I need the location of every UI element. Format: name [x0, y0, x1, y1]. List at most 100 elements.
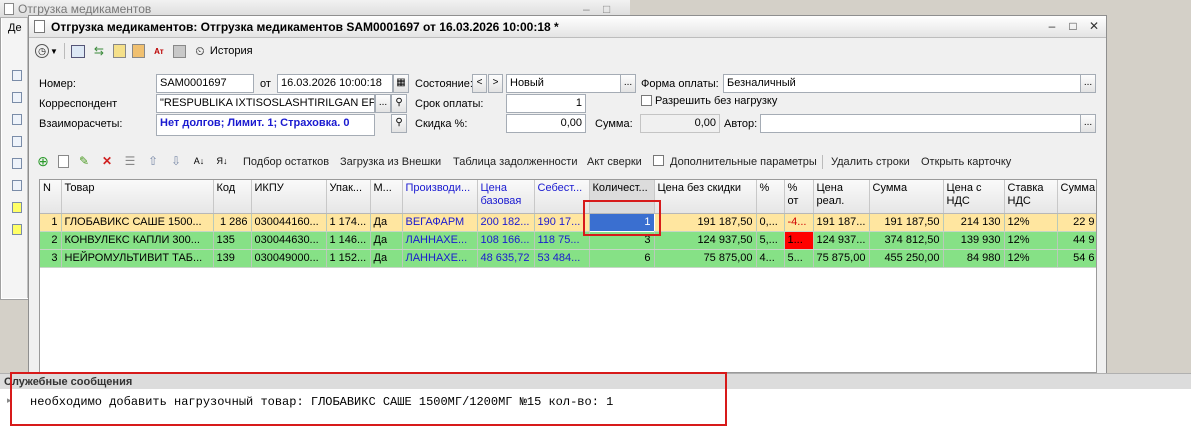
table-cell[interactable]: 1 146...: [326, 231, 371, 250]
table-cell[interactable]: 12%: [1004, 213, 1058, 232]
table-cell[interactable]: 191 187,50: [654, 213, 757, 232]
discount-field[interactable]: 0,00: [506, 114, 586, 133]
debit-credit-icon[interactable]: Ат: [151, 43, 167, 59]
table-cell[interactable]: Да: [370, 231, 403, 250]
list-icon[interactable]: [12, 180, 22, 191]
table-cell[interactable]: ЛАННАХЕ...: [402, 249, 478, 268]
table-cell[interactable]: 12%: [1004, 231, 1058, 250]
column-header[interactable]: Ставка НДС: [1004, 180, 1058, 214]
table-cell[interactable]: НЕЙРОМУЛЬТИВИТ ТАБ...: [61, 249, 214, 268]
table-cell[interactable]: 75 875,00: [813, 249, 870, 268]
add-icon[interactable]: ⊕: [35, 153, 51, 169]
correspondent-select-button[interactable]: ...: [375, 94, 391, 113]
list-icon[interactable]: [12, 114, 22, 125]
goods-table[interactable]: N Товар Код ИКПУ Упак... М... Производи.…: [39, 179, 1097, 373]
search-icon[interactable]: ⚲: [391, 114, 407, 133]
table-cell[interactable]: 2: [40, 231, 62, 250]
column-header[interactable]: Сумма: [869, 180, 944, 214]
delete-icon[interactable]: ✕: [99, 153, 115, 169]
state-select-button[interactable]: ...: [620, 74, 636, 93]
structure-icon[interactable]: [172, 44, 186, 58]
table-cell[interactable]: 44 9: [1057, 231, 1096, 250]
list-icon[interactable]: [12, 136, 22, 147]
pick-stock-button[interactable]: Подбор остатков: [243, 156, 329, 168]
print-icon[interactable]: [131, 44, 145, 58]
actions-menu-icon[interactable]: ◷: [35, 44, 49, 58]
table-cell[interactable]: 1 152...: [326, 249, 371, 268]
table-cell[interactable]: 214 130: [943, 213, 1005, 232]
column-header[interactable]: Цена реал.: [813, 180, 870, 214]
table-cell[interactable]: -4...: [784, 213, 814, 232]
table-row[interactable]: 2 КОНВУЛЕКС КАПЛИ 300... 135 030044630..…: [40, 231, 1096, 250]
payment-form-select-button[interactable]: ...: [1080, 74, 1096, 93]
column-header[interactable]: %: [756, 180, 785, 214]
column-header[interactable]: Сумма: [1057, 180, 1096, 214]
table-cell[interactable]: 75 875,00: [654, 249, 757, 268]
table-cell[interactable]: 5,...: [756, 231, 785, 250]
move-up-icon[interactable]: ⇧: [145, 153, 161, 169]
post-document-icon[interactable]: [70, 44, 85, 58]
table-cell[interactable]: 1...: [784, 231, 814, 250]
table-cell[interactable]: ЛАННАХЕ...: [402, 231, 478, 250]
table-cell[interactable]: 1 174...: [326, 213, 371, 232]
reconciliation-act-button[interactable]: Акт сверки: [587, 156, 642, 168]
table-cell[interactable]: 030049000...: [251, 249, 327, 268]
edit-icon[interactable]: ✎: [76, 153, 92, 169]
bg-maximize-button[interactable]: □: [603, 2, 610, 16]
table-cell[interactable]: 030044160...: [251, 213, 327, 232]
list-icon[interactable]: [12, 202, 22, 213]
save-icon[interactable]: [112, 44, 126, 58]
table-cell[interactable]: 124 937...: [813, 231, 870, 250]
sort-asc-icon[interactable]: A↓: [191, 153, 207, 169]
table-cell[interactable]: 1 286: [213, 213, 252, 232]
list-icon[interactable]: [12, 92, 22, 103]
table-cell[interactable]: 118 75...: [534, 231, 590, 250]
state-next-button[interactable]: >: [488, 74, 503, 93]
table-cell[interactable]: 54 6: [1057, 249, 1096, 268]
table-cell[interactable]: 5...: [784, 249, 814, 268]
minimize-button[interactable]: –: [1045, 20, 1059, 33]
table-cell[interactable]: 3: [40, 249, 62, 268]
debt-table-button[interactable]: Таблица задолженности: [453, 156, 578, 168]
table-cell[interactable]: 455 250,00: [869, 249, 944, 268]
table-cell[interactable]: 84 980: [943, 249, 1005, 268]
table-cell[interactable]: 139: [213, 249, 252, 268]
close-button[interactable]: ✕: [1087, 20, 1101, 33]
date-field[interactable]: 16.03.2026 10:00:18: [277, 74, 393, 93]
extra-params-label[interactable]: Дополнительные параметры: [670, 156, 817, 168]
column-header[interactable]: N: [40, 180, 62, 214]
column-header[interactable]: Цена без скидки: [654, 180, 757, 214]
table-cell[interactable]: 191 187,50: [869, 213, 944, 232]
column-header[interactable]: Производи...: [402, 180, 478, 214]
allow-checkbox[interactable]: [641, 95, 652, 106]
history-icon[interactable]: ⏲: [192, 43, 208, 59]
list-icon[interactable]: [12, 224, 22, 235]
table-cell[interactable]: 191 187...: [813, 213, 870, 232]
quantity-cell[interactable]: 6: [589, 249, 655, 268]
load-external-button[interactable]: Загрузка из Внешки: [340, 156, 441, 168]
table-cell[interactable]: 22 9: [1057, 213, 1096, 232]
state-prev-button[interactable]: <: [472, 74, 487, 93]
table-cell[interactable]: 374 812,50: [869, 231, 944, 250]
table-cell[interactable]: 1: [40, 213, 62, 232]
history-button[interactable]: История: [210, 45, 253, 57]
delete-rows-button[interactable]: Удалить строки: [831, 156, 910, 168]
open-card-button[interactable]: Открыть карточку: [921, 156, 1011, 168]
table-cell[interactable]: 190 17...: [534, 213, 590, 232]
table-cell[interactable]: ГЛОБАВИКС САШЕ 1500...: [61, 213, 214, 232]
author-select-button[interactable]: ...: [1080, 114, 1096, 133]
extra-params-checkbox[interactable]: [653, 155, 664, 166]
table-cell[interactable]: 12%: [1004, 249, 1058, 268]
column-header[interactable]: % от: [784, 180, 814, 214]
chevron-down-icon[interactable]: ▼: [50, 47, 58, 56]
number-field[interactable]: SAM0001697: [156, 74, 254, 93]
author-field[interactable]: [760, 114, 1081, 133]
table-cell[interactable]: 139 930: [943, 231, 1005, 250]
list-icon[interactable]: ☰: [122, 153, 138, 169]
refresh-icon[interactable]: ⇆: [91, 43, 107, 59]
table-cell[interactable]: 53 484...: [534, 249, 590, 268]
table-cell[interactable]: 0,...: [756, 213, 785, 232]
table-cell[interactable]: 108 166...: [477, 231, 535, 250]
table-cell[interactable]: КОНВУЛЕКС КАПЛИ 300...: [61, 231, 214, 250]
calendar-icon[interactable]: ▦: [393, 74, 409, 93]
